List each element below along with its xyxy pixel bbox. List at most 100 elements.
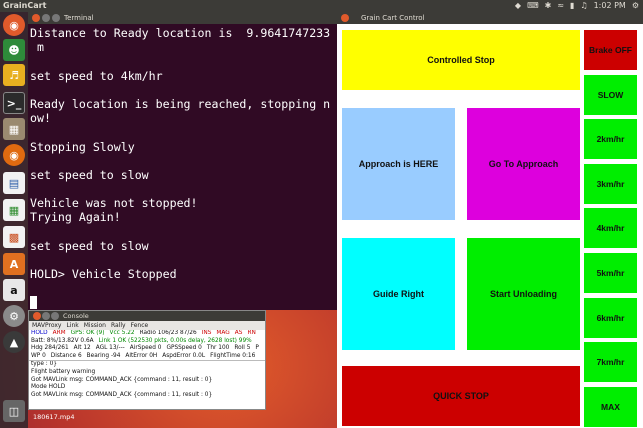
amazon-icon[interactable]: a (3, 279, 25, 301)
go-to-approach-button[interactable]: Go To Approach (467, 108, 580, 220)
console-status-field: HOLD (31, 330, 48, 336)
clock-text[interactable]: 1:02 PM (594, 0, 626, 12)
ubuntu-search-icon[interactable]: ◉ (3, 14, 25, 36)
controlled-stop-button[interactable]: Controlled Stop (342, 30, 580, 90)
6km-hr-button[interactable]: 6km/hr (584, 297, 637, 338)
firefox-icon[interactable]: ◉ (3, 144, 25, 166)
writer-icon[interactable]: ▤ (3, 172, 25, 194)
console-window[interactable]: Console MAVProxy Link Mission Rally Fence HO… (28, 310, 266, 410)
5km-hr-button[interactable]: 5km/hr (584, 253, 637, 293)
terminal-line: Trying Again! (30, 210, 121, 225)
console-menu-item[interactable]: Mission (84, 322, 106, 329)
dropbox-icon[interactable]: ◆ (515, 0, 521, 12)
console-status-field: Vcc 5.22 (109, 330, 135, 336)
grain-cart-control-window[interactable]: Grain Cart Control Controlled Stop Appro… (337, 12, 643, 428)
close-icon[interactable] (33, 312, 41, 320)
console-status-field: Distance 6 (50, 352, 82, 359)
console-status-field: Radio 106/23 87/26 (139, 330, 197, 336)
console-status-row: HOLD ARM GPS: OK (9) Vcc 5.22 Radio 106/23 8… (31, 330, 265, 338)
console-status-field: P (255, 345, 259, 352)
close-icon[interactable] (341, 14, 349, 22)
grain-cart-titlebar[interactable]: Grain Cart Control (337, 12, 643, 24)
start-unloading-button[interactable]: Start Unloading (467, 238, 580, 350)
4km-hr-button[interactable]: 4km/hr (584, 208, 637, 249)
console-status-field: AspdError 0.0L (162, 352, 206, 359)
quick-stop-button[interactable]: QUICK STOP (342, 366, 580, 426)
console-menu-bar: MAVProxy Link Mission Rally Fence (29, 321, 265, 330)
console-status-field: MAG (216, 330, 230, 336)
brake-off-button[interactable]: Brake OFF (584, 30, 637, 70)
terminal-icon[interactable]: >_ (3, 92, 25, 114)
slow-button[interactable]: SLOW (584, 74, 637, 115)
console-title: Console (63, 312, 89, 320)
console-status-field: Bearing -94 (86, 352, 121, 359)
console-status-panel: HOLD ARM GPS: OK (9) Vcc 5.22 Radio 106/23 8… (29, 330, 265, 360)
console-status-field: RN (247, 330, 256, 336)
console-status-field: FlightTime 0:16 (210, 352, 256, 359)
console-status-field: AirSpeed 0 (129, 345, 162, 352)
console-log[interactable]: type : 0} Flight battery warning Got MAVLi… (29, 360, 265, 406)
minimize-icon[interactable] (42, 312, 50, 320)
desktop-file-label[interactable]: 180617.mp4 (33, 413, 74, 421)
maximize-icon[interactable] (51, 312, 59, 320)
console-titlebar[interactable]: Console (29, 311, 265, 321)
console-menu-item[interactable]: MAVProxy (32, 322, 61, 329)
approach-is-here-button[interactable]: Approach is HERE (342, 108, 455, 220)
chat-app-icon[interactable]: ☻ (3, 39, 25, 61)
keyboard-icon[interactable]: ⌨ (527, 0, 539, 12)
console-menu-item[interactable]: Fence (131, 322, 149, 329)
console-menu-item[interactable]: Rally (111, 322, 126, 329)
settings-icon[interactable]: ⚙ (3, 305, 25, 327)
console-status-field: AltError 0H (125, 352, 158, 359)
impress-icon[interactable]: ▩ (3, 226, 25, 248)
console-log-line: type : 0} (31, 361, 57, 368)
max-button[interactable]: MAX (584, 386, 637, 427)
top-panel: GrainCart ◆ ⌨ ✱ ≈ ▮ ♫ 1:02 PM ⚙ (0, 0, 643, 12)
console-status-field: INS (201, 330, 212, 336)
terminal-title: Terminal (64, 14, 94, 22)
console-status-field: Hdg 284/261 (31, 345, 69, 352)
software-center-icon[interactable]: A (3, 253, 25, 275)
2km-hr-button[interactable]: 2km/hr (584, 119, 637, 160)
terminal-line: Vehicle was not stopped! (30, 196, 198, 211)
gear-icon[interactable]: ⚙ (632, 0, 639, 12)
calc-icon[interactable]: ▦ (3, 199, 25, 221)
close-icon[interactable] (32, 14, 40, 22)
trash-icon[interactable]: ◫ (3, 400, 25, 422)
console-log-line: Mode HOLD (31, 384, 66, 391)
update-icon[interactable]: ▲ (3, 331, 25, 353)
battery-icon[interactable]: ▮ (570, 0, 574, 12)
terminal-titlebar[interactable]: Terminal (28, 12, 338, 24)
minimize-icon[interactable] (42, 14, 50, 22)
console-status-field: AGL 13/--- (95, 345, 125, 352)
7km-hr-button[interactable]: 7km/hr (584, 342, 637, 383)
console-status-row: Hdg 284/261 Alt 12 AGL 13/--- AirSpeed 0 GPS… (31, 345, 265, 353)
files-icon[interactable]: ▦ (3, 118, 25, 140)
wine-app-icon[interactable]: ♬ (3, 64, 25, 86)
console-status-field: Batt: 8%/13.82V 0.6A (31, 337, 94, 344)
volume-icon[interactable]: ♫ (580, 0, 587, 12)
terminal-line: m (30, 40, 44, 55)
terminal-line: Stopping Slowly (30, 139, 135, 154)
terminal-line: ow! (30, 111, 51, 126)
console-status-field: GPSSpeed 0 (166, 345, 202, 352)
guide-right-button[interactable]: Guide Right (342, 238, 455, 350)
maximize-icon[interactable] (52, 14, 60, 22)
console-menu-item[interactable]: Link (66, 322, 78, 329)
bluetooth-icon[interactable]: ✱ (545, 0, 552, 12)
console-status-field: Alt 12 (73, 345, 91, 352)
terminal-line: Distance to Ready location is 9.96417472… (30, 26, 331, 40)
wifi-icon[interactable]: ≈ (557, 0, 564, 12)
console-status-field: GPS: OK (9) (70, 330, 105, 336)
terminal-line: set speed to slow (30, 238, 149, 253)
terminal-output[interactable]: Distance to Ready location is 9.96417472… (28, 24, 338, 310)
terminal-line: HOLD> Vehicle Stopped (30, 267, 177, 282)
3km-hr-button[interactable]: 3km/hr (584, 163, 637, 204)
terminal-window[interactable]: Terminal Distance to Ready location is 9… (28, 12, 338, 310)
console-status-field: ARM (52, 330, 66, 336)
terminal-line (30, 295, 336, 310)
